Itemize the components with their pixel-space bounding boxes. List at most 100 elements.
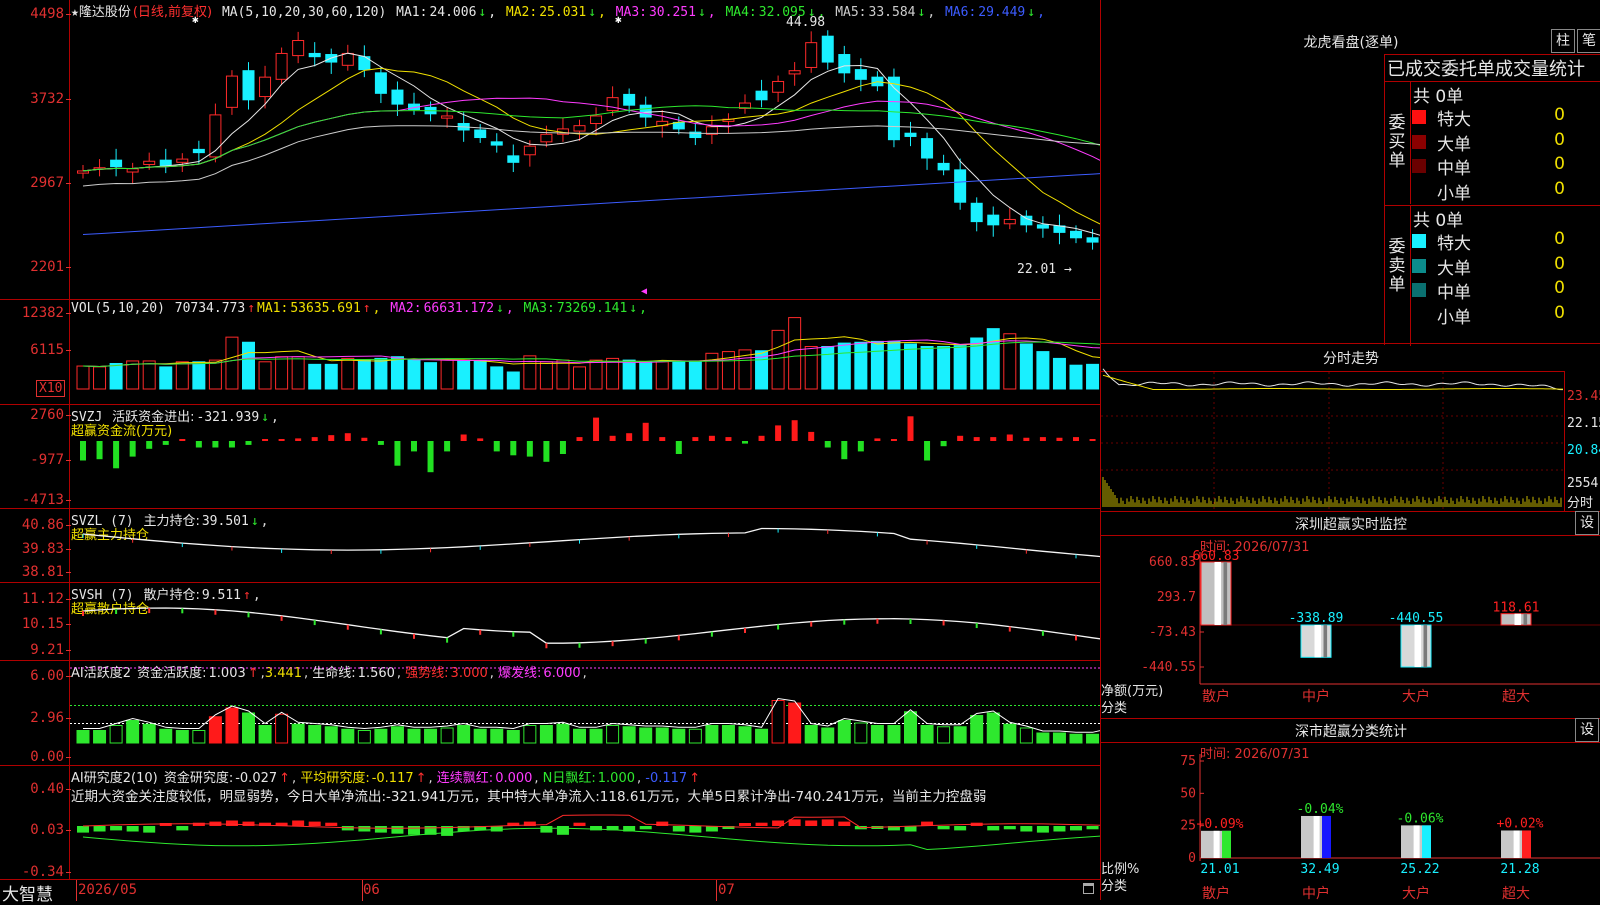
volume-bar: [705, 352, 719, 390]
activity-bar: [556, 723, 570, 744]
activity-bar: [837, 720, 851, 744]
main-position-chart[interactable]: [0, 509, 1100, 582]
volume-bar: [142, 360, 156, 390]
volume-bar: [208, 359, 222, 390]
candle-body: [887, 76, 900, 141]
svzl-pane[interactable]: 40.86 39.83 38.81 SVZL (7) 主力持仓: 39.501 ↓,…: [0, 509, 1100, 583]
fund-flow-bar: [675, 441, 682, 454]
classify-bar-color: [1322, 815, 1331, 858]
classify-panel[interactable]: 深市超赢分类统计 设 时间: 2026/07/31 75 50 25 0 +0.09% 2…: [1100, 718, 1600, 900]
order-size-label: 大单: [1437, 134, 1471, 155]
research-green-line: [82, 827, 1100, 851]
fund-flow-bar: [278, 439, 285, 441]
volume-bar: [920, 346, 934, 390]
candle-body: [987, 214, 1000, 226]
order-count: 0: [1554, 229, 1565, 249]
fund-flow-bar: [808, 431, 815, 441]
fund-flow-bar: [427, 441, 434, 473]
activity-bar: [953, 726, 967, 744]
fund-flow-bar: [907, 416, 914, 441]
activity-bar: [93, 730, 107, 744]
research-bar: [1053, 826, 1066, 832]
fund-flow-bar: [129, 441, 136, 457]
activity-bar: [539, 725, 553, 744]
activity-bar: [589, 728, 603, 744]
volume-bar: [556, 359, 570, 390]
classify-bar-value: 21.28: [1500, 862, 1539, 877]
intraday-tick: 2554: [1567, 476, 1599, 491]
volume-bar: [688, 360, 702, 390]
research-bar: [540, 826, 553, 833]
order-count: 0: [1554, 154, 1565, 174]
price-pane[interactable]: 4498 3732 2967 2201 ★隆达股份 (日线,前复权) MA(5,1…: [0, 0, 1100, 300]
candle-body: [937, 162, 950, 171]
volume-bar: [424, 362, 438, 390]
lock-icon[interactable]: [1083, 883, 1094, 894]
monitor-bar-highlight: [1214, 562, 1222, 626]
fund-flow-bar: [228, 441, 235, 448]
activity-bar: [1036, 732, 1050, 744]
candle-body: [374, 72, 387, 94]
fund-flow-bar: [742, 441, 748, 444]
candle-body: [954, 169, 967, 203]
volume-pane[interactable]: 12382 6115 X10 VOL(5,10,20) 70734.773 ↑ MA…: [0, 300, 1100, 405]
order-percent: 0%: [1570, 229, 1600, 249]
bar-mode-button[interactable]: 柱: [1551, 29, 1575, 53]
research-bar: [176, 826, 189, 831]
fund-flow-bar: [973, 437, 980, 441]
activity-bar: [258, 725, 272, 744]
intraday-chart[interactable]: [1101, 344, 1600, 511]
volume-chart[interactable]: [0, 300, 1100, 404]
pen-mode-button[interactable]: 笔: [1577, 29, 1600, 53]
activity-bar: [655, 727, 669, 744]
fund-flow-bar: [377, 441, 384, 445]
fund-flow-bar: [411, 441, 417, 452]
activity-bar: [755, 728, 769, 744]
ai-research-pane[interactable]: 0.40 0.03 -0.34 AI研究度2(10) 资金研究度: -0.027 ↑…: [0, 766, 1100, 880]
date-label: 2026/05: [78, 882, 138, 898]
ma-line-3: [82, 97, 1100, 172]
classify-tick: 75: [1180, 754, 1196, 769]
svsh-pane[interactable]: 11.12 10.15 9.21 SVSH (7) 散户持仓: 9.511 ↑, 超…: [0, 583, 1100, 661]
order-size-swatch: [1412, 134, 1426, 149]
candle-body: [192, 148, 205, 154]
volume-bar: [1019, 343, 1033, 390]
research-bar: [1070, 826, 1082, 831]
order-percent: 0%: [1570, 179, 1600, 199]
activity-bar: [159, 728, 173, 744]
volume-bar: [357, 359, 371, 390]
activity-bar: [854, 722, 868, 744]
order-percent: 0%: [1570, 303, 1600, 323]
fund-flow-chart[interactable]: [0, 405, 1100, 508]
monitor-chart[interactable]: 660.83 293.7 -73.43 -440.55 660.83 散户 -338.89 中…: [1101, 512, 1600, 718]
activity-bar: [109, 725, 123, 744]
research-bar: [225, 820, 238, 826]
candle-body: [441, 115, 454, 119]
intraday-vol-unit: 分时: [1567, 496, 1594, 511]
candlestick-chart[interactable]: [0, 0, 1100, 299]
fund-flow-bar: [245, 441, 252, 445]
activity-chart[interactable]: [0, 661, 1100, 765]
ai-active-pane[interactable]: 6.00 2.96 0.00 AI活跃度2 资金活跃度: 1.003 ↑ ,3.441…: [0, 661, 1100, 766]
monitor-panel[interactable]: 深圳超赢实时监控 设 时间: 2026/07/31 660.83 293.7 -73…: [1100, 511, 1600, 719]
candle-body: [821, 35, 834, 63]
volume-bar: [225, 336, 239, 390]
fund-flow-bar: [708, 435, 715, 441]
date-tick: [362, 880, 363, 901]
classify-chart[interactable]: 75 50 25 0 +0.09% 21.01 散户 -0.04% 32.49 中户 -0.06% 2…: [1101, 719, 1600, 900]
volume-bar: [308, 363, 322, 390]
low-mark-value: 22.01: [1017, 262, 1057, 277]
candle-body: [772, 80, 785, 93]
volume-bar: [804, 346, 818, 390]
classify-bar: [1501, 830, 1531, 858]
candle-body: [225, 75, 238, 108]
retail-position-chart[interactable]: [0, 583, 1100, 660]
research-chart[interactable]: [0, 766, 1100, 879]
sell_rows-row: 中单 00%: [1410, 278, 1600, 303]
intraday-panel[interactable]: 分时走势 23.45 22.15 20.84 2554 分时: [1100, 344, 1600, 512]
research-bar: [490, 826, 503, 832]
ma-line-5: [82, 125, 1100, 187]
svzj-pane[interactable]: 2760 -977 -4713 SVZJ 活跃资金进出: -321.939 ↓, 超…: [0, 405, 1100, 509]
candle-body: [606, 97, 619, 112]
candle-body: [904, 132, 917, 137]
